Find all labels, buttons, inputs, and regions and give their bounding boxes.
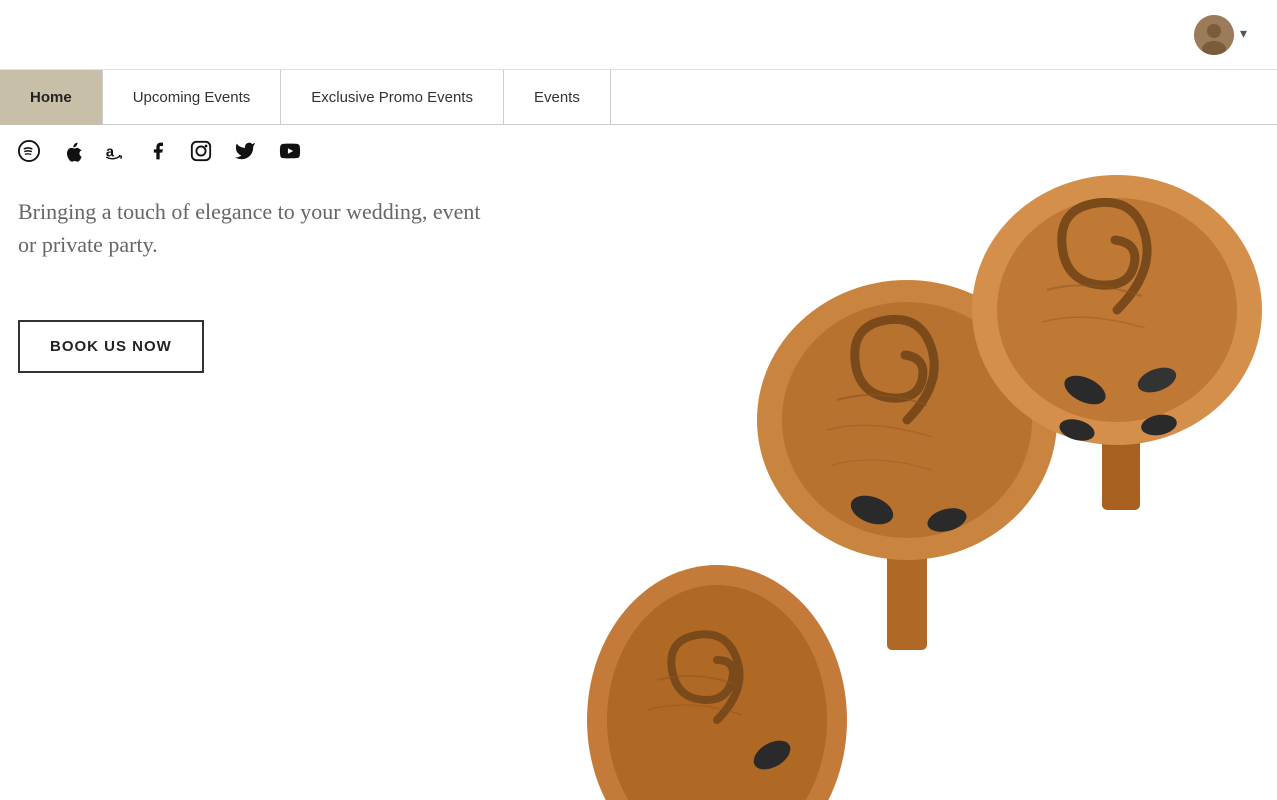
book-us-now-button[interactable]: BOOK US NOW (18, 320, 204, 373)
user-avatar[interactable] (1194, 15, 1234, 55)
nav-item-upcoming-events[interactable]: Upcoming Events (103, 70, 282, 125)
nav-item-home[interactable]: Home (0, 70, 103, 125)
facebook-icon[interactable] (148, 140, 168, 162)
spotify-icon[interactable] (18, 140, 40, 162)
youtube-icon[interactable] (278, 140, 302, 162)
top-bar: ▾ (0, 0, 1277, 70)
apple-icon[interactable] (62, 140, 82, 162)
hero-tagline: Bringing a touch of elegance to your wed… (18, 195, 498, 261)
amazon-icon[interactable]: a (104, 140, 126, 162)
navigation: Home Upcoming Events Exclusive Promo Eve… (0, 70, 1277, 125)
nav-item-exclusive-promo-events[interactable]: Exclusive Promo Events (281, 70, 504, 125)
violin-scrolls-image (517, 170, 1277, 800)
twitter-icon[interactable] (234, 140, 256, 162)
instagram-icon[interactable] (190, 140, 212, 162)
nav-item-events[interactable]: Events (504, 70, 611, 125)
user-dropdown-arrow[interactable]: ▾ (1240, 26, 1247, 43)
social-bar: a (18, 140, 302, 162)
hero-section: Bringing a touch of elegance to your wed… (18, 195, 498, 261)
